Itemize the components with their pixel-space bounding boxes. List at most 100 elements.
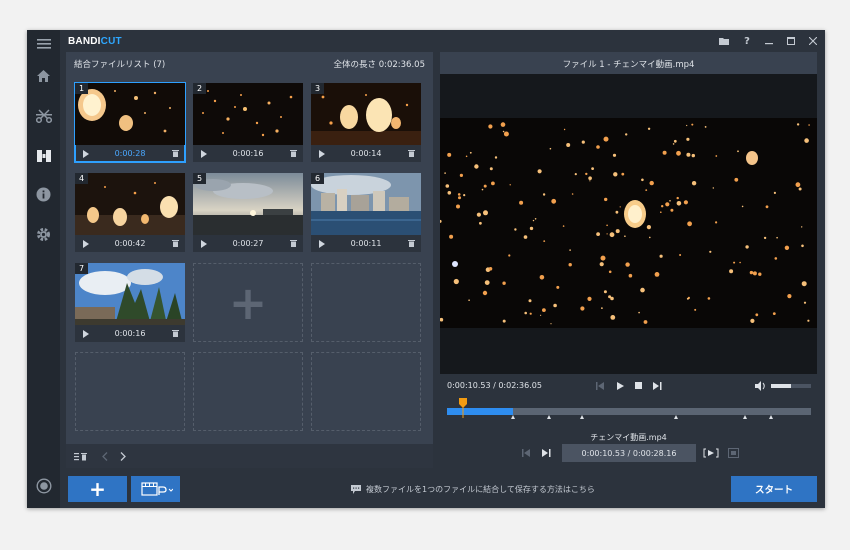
- lantern-light: [649, 180, 654, 186]
- trash-icon[interactable]: [172, 149, 179, 157]
- help-icon[interactable]: ?: [740, 34, 754, 48]
- trash-icon[interactable]: [290, 149, 297, 157]
- close-icon[interactable]: [806, 34, 820, 48]
- empty-slot: [75, 352, 185, 431]
- clear-list-icon[interactable]: [74, 452, 88, 461]
- clip-card[interactable]: 6 0:00:11: [311, 173, 421, 252]
- lantern-light: [556, 285, 560, 289]
- maximize-icon[interactable]: [784, 34, 798, 48]
- lantern-light: [606, 233, 608, 235]
- lantern-light: [643, 320, 648, 324]
- lantern-light: [482, 290, 488, 296]
- lantern-light: [599, 262, 604, 267]
- clip-card[interactable]: 4 0:00:42: [75, 173, 185, 252]
- start-button[interactable]: スタート: [731, 476, 817, 502]
- output-format-button[interactable]: [131, 476, 180, 502]
- lantern-light: [615, 229, 620, 234]
- trash-icon[interactable]: [408, 149, 415, 157]
- minimize-icon[interactable]: [762, 34, 776, 48]
- lantern-light: [801, 244, 804, 248]
- clip-duration: 0:00:11: [350, 239, 382, 248]
- next-frame-icon[interactable]: [542, 449, 551, 457]
- lantern-light: [715, 221, 718, 224]
- lantern-light: [686, 124, 688, 127]
- home-icon[interactable]: [35, 67, 52, 84]
- lantern-light: [784, 245, 790, 250]
- clip-marker: [768, 415, 773, 419]
- clip-number: 4: [75, 173, 89, 184]
- timeline-track[interactable]: [447, 408, 811, 419]
- lantern-light: [540, 314, 542, 316]
- lantern-light: [553, 303, 557, 308]
- chevron-right-icon[interactable]: [120, 452, 126, 461]
- lantern-light: [798, 187, 802, 191]
- clip-marker: [510, 415, 515, 419]
- lantern-light: [610, 315, 616, 320]
- volume-icon[interactable]: [755, 381, 766, 391]
- record-icon[interactable]: [35, 477, 52, 494]
- lantern-light: [709, 250, 712, 253]
- trash-icon[interactable]: [172, 239, 179, 247]
- file-list-header: 結合ファイルリスト (7) 全体の長さ 0:02:36.05: [66, 52, 433, 72]
- trash-icon[interactable]: [408, 239, 415, 247]
- lantern-light: [801, 281, 807, 287]
- lantern-light: [687, 221, 692, 227]
- clip-card[interactable]: 1 0:00:28: [74, 82, 186, 163]
- stop-icon[interactable]: [635, 382, 643, 390]
- clip-duration: 0:00:14: [350, 149, 382, 158]
- settings-icon[interactable]: [35, 226, 52, 243]
- lantern-light: [484, 280, 490, 285]
- clip-marker: [579, 415, 584, 419]
- playhead[interactable]: [459, 398, 468, 418]
- clip-card[interactable]: 3 0:00:14: [311, 83, 421, 162]
- clip-thumbnail: 6: [311, 173, 421, 235]
- empty-slot: [311, 263, 421, 342]
- lantern-light: [661, 205, 664, 208]
- lantern-light: [712, 187, 714, 189]
- trash-icon[interactable]: [290, 239, 297, 247]
- lantern-light: [619, 206, 621, 208]
- lantern-light: [676, 201, 682, 206]
- lantern-light: [669, 200, 671, 202]
- lantern-light: [755, 313, 759, 317]
- clip-number: 6: [311, 173, 325, 184]
- lantern-light: [801, 226, 803, 228]
- play-icon[interactable]: [616, 382, 624, 390]
- lantern-light: [625, 262, 630, 267]
- lantern-light: [606, 224, 608, 227]
- add-file-button[interactable]: +: [68, 476, 127, 502]
- folder-icon[interactable]: [717, 34, 731, 48]
- skip-back-icon[interactable]: [596, 382, 604, 390]
- volume-slider[interactable]: [771, 384, 811, 388]
- lantern-light: [566, 143, 571, 147]
- clip-card[interactable]: 7 0:00:16: [75, 263, 185, 342]
- lantern-light: [588, 176, 592, 180]
- trash-icon[interactable]: [172, 329, 179, 337]
- lantern-light: [571, 193, 574, 195]
- lantern-light: [458, 196, 461, 200]
- lantern-light: [691, 181, 697, 186]
- add-clip-slot[interactable]: +: [193, 263, 303, 342]
- cut-icon[interactable]: [35, 107, 52, 124]
- join-icon[interactable]: [35, 147, 52, 164]
- range-end-icon[interactable]: [728, 448, 739, 458]
- clip-controls: 0:00:27: [193, 235, 303, 252]
- menu-icon[interactable]: [35, 35, 52, 52]
- set-range-icon[interactable]: [703, 448, 719, 458]
- lantern-light: [479, 221, 482, 225]
- clip-card[interactable]: 2 0:00:16: [193, 83, 303, 162]
- info-icon[interactable]: [35, 186, 52, 203]
- lantern-light: [645, 189, 648, 191]
- lantern-light: [804, 138, 809, 143]
- lantern-light: [500, 122, 506, 127]
- help-link[interactable]: 複数ファイルを1つのファイルに結合して保存する方法はこちら: [366, 484, 595, 495]
- skip-forward-icon[interactable]: [653, 382, 662, 390]
- prev-frame-icon[interactable]: [522, 449, 530, 457]
- chevron-left-icon[interactable]: [102, 452, 108, 461]
- clip-card[interactable]: 5 0:00:27: [193, 173, 303, 252]
- lantern-light: [774, 257, 778, 260]
- lantern-light: [463, 194, 466, 197]
- lantern-light: [737, 150, 739, 153]
- file-list-panel: 結合ファイルリスト (7) 全体の長さ 0:02:36.05 1 0:00:28: [66, 52, 433, 468]
- lantern-light: [683, 200, 688, 205]
